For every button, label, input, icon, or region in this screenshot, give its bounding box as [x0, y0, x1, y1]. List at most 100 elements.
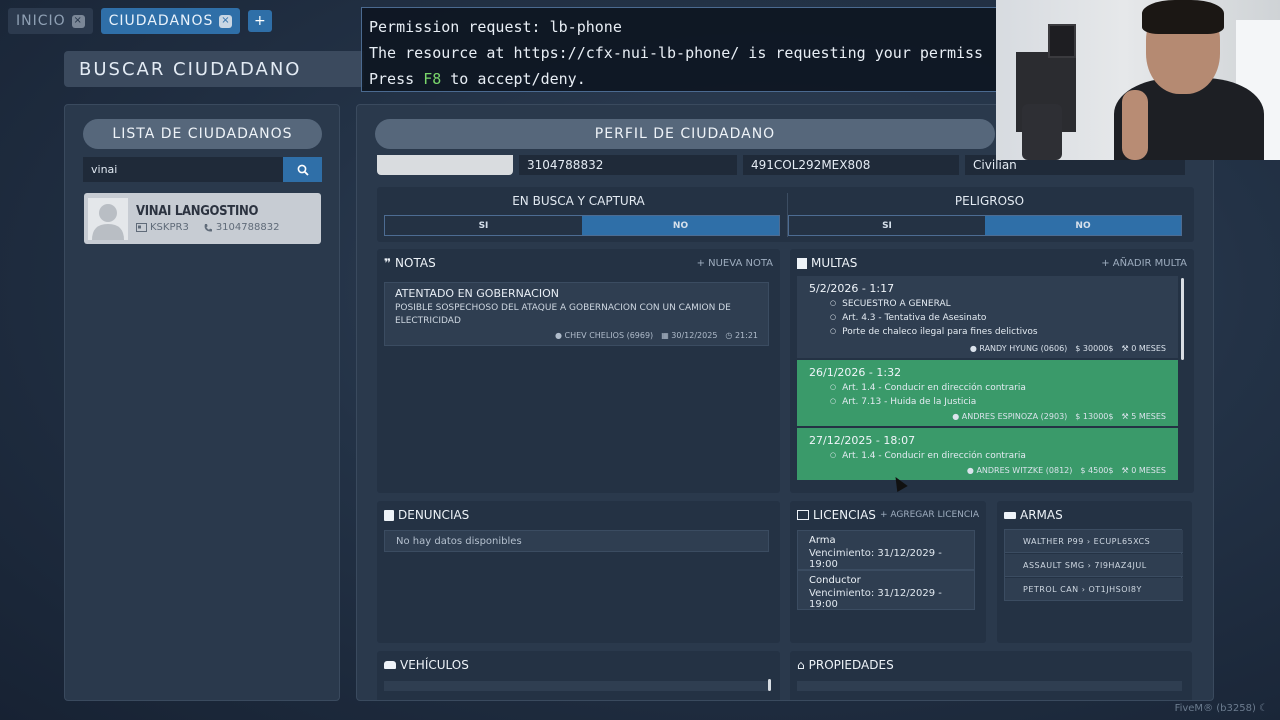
dangerous-no-button[interactable]: NO: [985, 216, 1181, 235]
fine-date: 26/1/2026 - 1:32: [809, 366, 902, 379]
wanted-yes-button[interactable]: SI: [385, 216, 582, 235]
fivem-version: FiveM® (b3258) ☾: [1174, 703, 1268, 714]
fine-article: Art. 7.13 - Huida de la Justicia: [830, 397, 1166, 407]
quote-icon: ❞: [384, 256, 392, 270]
fine-sentence: ⚒ 0 MESES: [1121, 344, 1166, 353]
vehicles-card: VEHÍCULOS: [377, 651, 780, 700]
fine-article: Art. 1.4 - Conducir en dirección contrar…: [830, 451, 1166, 461]
new-note-button[interactable]: + NUEVA NOTA: [697, 258, 773, 269]
license-name: Arma: [809, 535, 836, 546]
properties-card: ⌂ PROPIEDADES: [790, 651, 1192, 700]
complaints-empty: No hay datos disponibles: [384, 530, 769, 552]
weapon-item[interactable]: WALTHER P99 › ECUPL65XCS: [1005, 530, 1183, 553]
dangerous-yes-button[interactable]: SI: [789, 216, 985, 235]
permission-key: F8: [423, 70, 442, 88]
calendar-icon: ▦: [661, 331, 669, 340]
note-item[interactable]: ATENTADO EN GOBERNACION POSIBLE SOSPECHO…: [384, 282, 769, 346]
user-icon: [92, 203, 124, 240]
id-card-icon: [136, 223, 147, 232]
dangerous-title: PELIGROSO: [954, 194, 1025, 208]
wanted-no-button[interactable]: NO: [582, 216, 779, 235]
gun-icon: [1004, 511, 1016, 519]
licenses-card: LICENCIAS + AGREGAR LICENCIA Arma Vencim…: [790, 501, 986, 643]
license-item[interactable]: Conductor Vencimiento: 31/12/2029 - 19:0…: [797, 570, 975, 610]
fines-card: MULTAS + AÑADIR MULTA 5/2/2026 - 1:17 SE…: [790, 249, 1194, 493]
tab-ciudadanos[interactable]: CIUDADANOS ×: [100, 8, 241, 34]
receipt-icon: [797, 257, 807, 269]
citizen-list-panel: LISTA DE CIUDADANOS VINAI LANGOSTINO KSK…: [64, 104, 340, 701]
vehicle-item[interactable]: [384, 681, 769, 691]
fine-date: 5/2/2026 - 1:17: [809, 282, 895, 295]
fine-date: 27/12/2025 - 18:07: [809, 434, 916, 447]
clock-icon: ◷: [725, 331, 733, 340]
avatar: [88, 197, 128, 240]
fine-item[interactable]: 26/1/2026 - 1:32 Art. 1.4 - Conducir en …: [797, 360, 1178, 426]
tab-inicio[interactable]: INICIO ×: [8, 8, 93, 34]
complaints-card: DENUNCIAS No hay datos disponibles: [377, 501, 780, 643]
note-date: ▦ 30/12/2025: [661, 331, 718, 340]
file-icon: [384, 509, 394, 521]
fine-sentence: ⚒ 0 MESES: [1121, 466, 1166, 475]
license-item[interactable]: Arma Vencimiento: 31/12/2029 - 19:00: [797, 530, 975, 570]
page-title: BUSCAR CIUDADANO: [64, 51, 364, 87]
weapons-title: ARMAS: [1020, 508, 1063, 522]
moon-icon: ☾: [1259, 703, 1268, 714]
close-icon[interactable]: ×: [219, 14, 233, 28]
fine-officer: ● ANDRES WITZKE (0812): [966, 466, 1073, 475]
licenses-title: LICENCIAS: [813, 508, 876, 522]
search-input[interactable]: [83, 157, 283, 182]
wanted-title: EN BUSCA Y CAPTURA: [512, 194, 645, 208]
fine-item[interactable]: 27/12/2025 - 18:07 Art. 1.4 - Conducir e…: [797, 428, 1178, 480]
permission-line: Permission request: lb-phone: [369, 18, 622, 36]
chevron-right-icon: ›: [1081, 584, 1086, 594]
chevron-right-icon: ›: [1087, 560, 1092, 570]
fine-amount: $ 13000$: [1075, 412, 1114, 421]
weapon-item[interactable]: PETROL CAN › OT1JHSOI8Y: [1005, 578, 1183, 601]
search-button[interactable]: [283, 157, 322, 182]
fine-article: Art. 4.3 - Tentativa de Asesinato: [830, 313, 1166, 323]
phone-icon: [204, 223, 212, 232]
dangerous-status: PELIGROSO SI NO: [788, 187, 1191, 242]
notes-card: ❞ NOTAS + NUEVA NOTA ATENTADO EN GOBERNAC…: [377, 249, 780, 493]
weapons-card: ARMAS WALTHER P99 › ECUPL65XCS ASSAULT S…: [997, 501, 1192, 643]
note-time: ◷ 21:21: [725, 331, 758, 340]
fine-amount: $ 30000$: [1075, 344, 1114, 353]
citizen-list-header: LISTA DE CIUDADANOS: [83, 119, 322, 149]
fine-officer: ● RANDY HYUNG (0606): [969, 344, 1068, 353]
wanted-status: EN BUSCA Y CAPTURA SI NO: [377, 187, 780, 242]
license-expiry: Vencimiento: 31/12/2029 - 19:00: [809, 588, 942, 610]
citizen-profile-panel: PERFIL DE CIUDADANO 3104788832 491COL292…: [356, 104, 1214, 701]
permission-request-overlay: Permission request: lb-phone The resourc…: [361, 7, 1001, 92]
tab-label: CIUDADANOS: [108, 13, 214, 29]
fine-sentence: ⚒ 5 MESES: [1121, 412, 1166, 421]
weapon-item[interactable]: ASSAULT SMG › 7I9HAZ4JUL: [1005, 554, 1183, 577]
user-icon: ●: [554, 331, 562, 340]
fines-scrollbar[interactable]: [1181, 278, 1184, 360]
add-license-button[interactable]: + AGREGAR LICENCIA: [880, 510, 979, 520]
vehicles-title: VEHÍCULOS: [400, 658, 469, 672]
complaints-title: DENUNCIAS: [398, 508, 470, 522]
fine-officer: ● ANDRES ESPINOZA (2903): [952, 412, 1068, 421]
add-tab-button[interactable]: +: [248, 10, 273, 32]
note-title: ATENTADO EN GOBERNACION: [395, 287, 559, 300]
note-author: ● CHEV CHELIOS (6969): [554, 331, 654, 340]
tab-label: INICIO: [16, 13, 66, 29]
weapons-list: WALTHER P99 › ECUPL65XCS ASSAULT SMG › 7…: [1004, 529, 1183, 601]
add-fine-button[interactable]: + AÑADIR MULTA: [1101, 258, 1187, 269]
fine-item[interactable]: 5/2/2026 - 1:17 SECUESTRO A GENERAL Art.…: [797, 276, 1178, 358]
close-icon[interactable]: ×: [71, 14, 85, 28]
vehicles-scrollbar[interactable]: [768, 679, 771, 691]
dangerous-toggle: SI NO: [788, 215, 1182, 236]
wanted-toggle: SI NO: [384, 215, 780, 236]
property-item[interactable]: [797, 681, 1182, 691]
citizen-phone: 3104788832: [215, 222, 280, 233]
properties-title: PROPIEDADES: [808, 658, 894, 672]
profile-photo: [377, 155, 513, 175]
fine-article: SECUESTRO A GENERAL: [830, 299, 1166, 309]
home-icon: ⌂: [797, 658, 805, 672]
search-row: [83, 157, 322, 182]
citizen-card[interactable]: VINAI LANGOSTINO KSKPR3 3104788832: [84, 193, 321, 244]
profile-phone-field: 3104788832: [519, 155, 737, 175]
fines-list: 5/2/2026 - 1:17 SECUESTRO A GENERAL Art.…: [797, 276, 1178, 486]
search-icon: [297, 164, 309, 176]
